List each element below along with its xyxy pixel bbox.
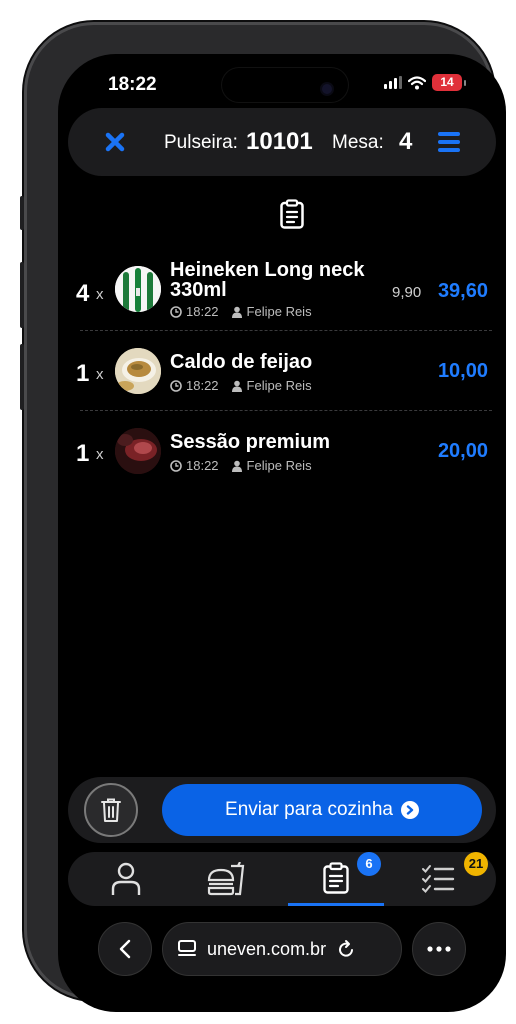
- screen: 18:22 14 Pulseira: 10101 Mesa: 4 4 x Hei…: [58, 54, 506, 1012]
- tab-menu-food[interactable]: [178, 852, 274, 906]
- action-button: [20, 196, 24, 230]
- tab-profile[interactable]: [78, 852, 174, 906]
- close-icon[interactable]: [103, 130, 127, 154]
- user-icon: [231, 460, 242, 472]
- row-divider: [80, 330, 492, 331]
- status-time: 18:22: [108, 74, 157, 95]
- browser-more-button[interactable]: [412, 922, 466, 976]
- phone-frame: 18:22 14 Pulseira: 10101 Mesa: 4 4 x Hei…: [20, 22, 506, 1012]
- item-total: 20,00: [437, 440, 488, 462]
- mesa-value: 4: [399, 128, 413, 155]
- clock-icon: [170, 380, 182, 392]
- item-time: 18:22: [186, 378, 219, 393]
- arrow-right-circle-icon: [400, 801, 419, 819]
- clock-icon: [170, 460, 182, 472]
- send-button-label: Enviar para cozinha: [225, 799, 393, 820]
- reload-icon[interactable]: [336, 939, 356, 959]
- item-thumbnail-sessao: [115, 428, 161, 474]
- trash-icon: [101, 798, 121, 822]
- item-user: Felipe Reis: [246, 304, 312, 319]
- clipboard-icon: [280, 199, 304, 229]
- item-name: Sessão premium: [170, 431, 331, 453]
- delete-button[interactable]: [84, 783, 138, 837]
- item-times-sign: x: [96, 286, 104, 303]
- order-item-row[interactable]: 1 x Sessão premium 18:22 Felipe Reis 20,…: [58, 418, 506, 498]
- pulseira-label: Pulseira:: [164, 132, 238, 153]
- item-name: Caldo de feijao: [170, 351, 313, 373]
- battery-cap: [464, 79, 466, 86]
- chevron-left-icon: [119, 939, 131, 959]
- volume-down-button: [20, 344, 24, 410]
- item-user: Felipe Reis: [246, 378, 312, 393]
- user-icon: [231, 306, 242, 318]
- item-quantity: 4: [76, 280, 90, 307]
- item-times-sign: x: [96, 366, 104, 383]
- mesa-label: Mesa:: [332, 132, 384, 153]
- browser-url-bar[interactable]: uneven.com.br: [162, 922, 402, 976]
- volume-up-button: [20, 262, 24, 328]
- burger-drink-icon: [207, 862, 245, 896]
- user-outline-icon: [111, 862, 141, 895]
- item-total: 10,00: [437, 360, 488, 382]
- item-thumbnail-heineken: [115, 266, 161, 312]
- browser-url: uneven.com.br: [207, 938, 327, 959]
- status-indicators: 14: [384, 74, 466, 91]
- order-item-row[interactable]: 1 x Caldo de feijao 18:22 Felipe Reis 10…: [58, 336, 506, 416]
- item-quantity: 1: [76, 360, 90, 387]
- item-time: 18:22: [186, 458, 219, 473]
- order-header: Pulseira: 10101 Mesa: 4: [68, 108, 496, 176]
- order-count-badge: 6: [357, 852, 381, 876]
- more-dots-icon: [427, 946, 451, 952]
- item-meta: 18:22 Felipe Reis: [170, 378, 312, 393]
- item-name: Heineken Long neck 330ml: [170, 259, 365, 301]
- item-meta: 18:22 Felipe Reis: [170, 458, 312, 473]
- item-quantity: 1: [76, 440, 90, 467]
- item-user: Felipe Reis: [246, 458, 312, 473]
- item-times-sign: x: [96, 446, 104, 463]
- send-to-kitchen-button[interactable]: Enviar para cozinha: [162, 784, 482, 836]
- browser-back-button[interactable]: [98, 922, 152, 976]
- pulseira-value: 10101: [246, 128, 313, 155]
- menu-icon[interactable]: [438, 132, 460, 152]
- checklist-count-badge: 21: [464, 852, 488, 876]
- item-total: 39,60: [437, 280, 488, 302]
- wifi-icon: [408, 75, 426, 89]
- item-thumbnail-caldo: [115, 348, 161, 394]
- row-divider: [80, 410, 492, 411]
- battery-icon: 14: [432, 74, 462, 91]
- item-unit-price: 9,90: [392, 284, 422, 301]
- clock-icon: [170, 306, 182, 318]
- checklist-icon: [422, 865, 455, 893]
- camera-dot: [322, 84, 332, 94]
- clipboard-list-icon: [323, 861, 349, 894]
- tab-bar: 6 21: [68, 852, 496, 906]
- order-item-row[interactable]: 4 x Heineken Long neck 330ml 18:22 Felip…: [58, 254, 506, 334]
- signal-icon: [384, 76, 402, 89]
- user-icon: [231, 380, 242, 392]
- item-time: 18:22: [186, 304, 219, 319]
- item-meta: 18:22 Felipe Reis: [170, 304, 312, 319]
- page-settings-icon: [178, 940, 196, 956]
- action-bar: Enviar para cozinha: [68, 777, 496, 843]
